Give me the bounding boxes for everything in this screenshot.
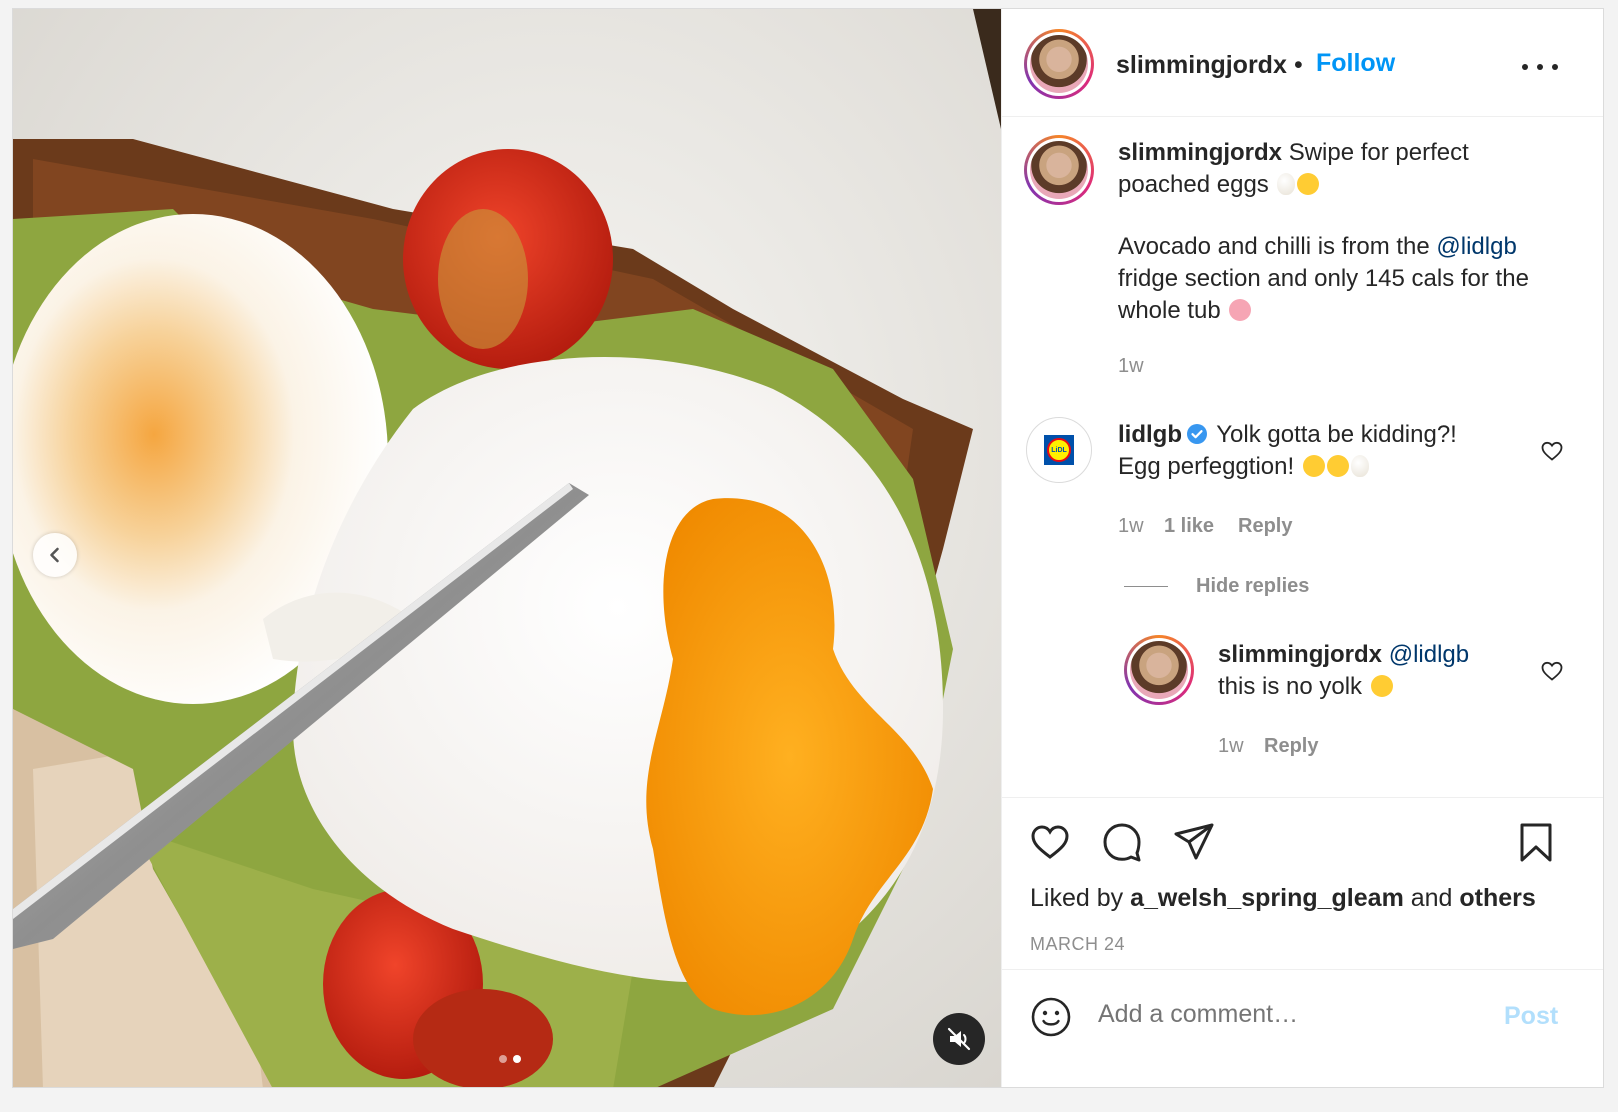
reply-text: slimmingjordx @lidlgb this is no yolk bbox=[1218, 639, 1558, 703]
reply-username[interactable]: slimmingjordx bbox=[1218, 641, 1382, 668]
comment-line2: Egg perfeggtion! bbox=[1118, 453, 1295, 480]
replies-divider bbox=[1124, 586, 1168, 587]
share-send-icon[interactable] bbox=[1172, 820, 1216, 864]
pig-emoji-icon bbox=[1229, 299, 1252, 321]
post-actions: Liked by a_welsh_spring_gleam and others… bbox=[1002, 797, 1603, 959]
caption-text: slimmingjordx Swipe for perfect poached … bbox=[1118, 137, 1578, 201]
emoji-picker-icon[interactable] bbox=[1030, 996, 1072, 1038]
reply-reply-button[interactable]: Reply bbox=[1264, 735, 1318, 758]
carousel-prev-button[interactable] bbox=[33, 533, 77, 577]
reply-like-heart-icon[interactable] bbox=[1540, 659, 1564, 683]
post-header: slimmingjordx • Follow bbox=[1002, 9, 1603, 117]
post-card: slimmingjordx • Follow slimmingjordx Swi… bbox=[12, 8, 1604, 1088]
yum-emoji-icon bbox=[1326, 455, 1349, 477]
lidl-logo-icon: LiDL bbox=[1044, 435, 1074, 465]
comment-timestamp[interactable]: 1w bbox=[1118, 515, 1144, 538]
carousel-dot bbox=[499, 1055, 507, 1063]
save-bookmark-icon[interactable] bbox=[1514, 820, 1558, 864]
speaker-muted-icon bbox=[947, 1027, 971, 1051]
comment-username[interactable]: lidlgb bbox=[1118, 421, 1182, 448]
caption-line2: poached eggs bbox=[1118, 171, 1269, 198]
caption-username[interactable]: slimmingjordx bbox=[1118, 139, 1282, 166]
reply-mention-link[interactable]: @lidlgb bbox=[1389, 641, 1469, 668]
comments-section[interactable]: slimmingjordx Swipe for perfect poached … bbox=[1002, 117, 1603, 797]
carousel-dot-active bbox=[513, 1055, 521, 1063]
add-comment-bar: Post bbox=[1002, 969, 1603, 1089]
post-media[interactable] bbox=[13, 9, 1001, 1087]
food-photo bbox=[13, 9, 1001, 1087]
caption-para-text: Avocado and chilli is from the bbox=[1118, 233, 1437, 260]
author-username[interactable]: slimmingjordx bbox=[1116, 51, 1287, 80]
caption-timestamp[interactable]: 1w bbox=[1118, 355, 1144, 378]
author-avatar[interactable] bbox=[1024, 29, 1094, 99]
comment-input[interactable] bbox=[1098, 1000, 1478, 1029]
caption-paragraph: Avocado and chilli is from the @lidlgb f… bbox=[1118, 231, 1588, 327]
caption-avatar[interactable] bbox=[1024, 135, 1094, 205]
post-date[interactable]: MARCH 24 bbox=[1030, 934, 1125, 955]
comment-likes-count[interactable]: 1 like bbox=[1164, 515, 1214, 538]
header-separator: • bbox=[1294, 51, 1303, 79]
chevron-left-icon bbox=[50, 547, 59, 563]
liked-by-prefix: Liked by bbox=[1030, 884, 1131, 912]
caption-para-line3: whole tub bbox=[1118, 297, 1221, 324]
lidl-avatar[interactable]: LiDL bbox=[1026, 417, 1092, 483]
reply-body: this is no yolk bbox=[1218, 673, 1363, 700]
carousel-indicator bbox=[499, 1055, 521, 1063]
hide-replies-button[interactable]: Hide replies bbox=[1196, 575, 1309, 598]
reply-avatar[interactable] bbox=[1124, 635, 1194, 705]
comment-line1: Yolk gotta be kidding?! bbox=[1216, 421, 1457, 448]
more-options-icon[interactable] bbox=[1522, 55, 1558, 79]
tears-of-joy-emoji-icon bbox=[1370, 675, 1393, 697]
liked-by-text: Liked by a_welsh_spring_gleam and others bbox=[1030, 884, 1536, 913]
caption-line1: Swipe for perfect bbox=[1288, 139, 1469, 166]
egg-emoji-icon bbox=[1277, 173, 1296, 195]
post-comment-button[interactable]: Post bbox=[1504, 1002, 1558, 1031]
comment-icon[interactable] bbox=[1100, 820, 1144, 864]
caption-para-line2: fridge section and only 145 cals for the bbox=[1118, 265, 1529, 292]
heart-eyes-emoji-icon bbox=[1297, 173, 1320, 195]
post-side-panel: slimmingjordx • Follow slimmingjordx Swi… bbox=[1001, 9, 1603, 1087]
comment-text: lidlgb Yolk gotta be kidding?! Egg perfe… bbox=[1118, 419, 1518, 483]
comment-reply-button[interactable]: Reply bbox=[1238, 515, 1292, 538]
liked-by-and: and bbox=[1403, 884, 1460, 912]
comment-like-heart-icon[interactable] bbox=[1540, 439, 1564, 463]
liked-by-others-link[interactable]: others bbox=[1459, 884, 1535, 912]
verified-badge-icon bbox=[1186, 424, 1207, 444]
like-heart-icon[interactable] bbox=[1028, 820, 1072, 864]
liked-by-user-link[interactable]: a_welsh_spring_gleam bbox=[1130, 884, 1404, 912]
follow-button[interactable]: Follow bbox=[1316, 49, 1395, 78]
heart-eyes-emoji-icon bbox=[1302, 455, 1325, 477]
caption-mention-link[interactable]: @lidlgb bbox=[1436, 233, 1516, 260]
mute-toggle-button[interactable] bbox=[933, 1013, 985, 1065]
reply-timestamp[interactable]: 1w bbox=[1218, 735, 1244, 758]
egg-emoji-icon bbox=[1350, 455, 1369, 477]
